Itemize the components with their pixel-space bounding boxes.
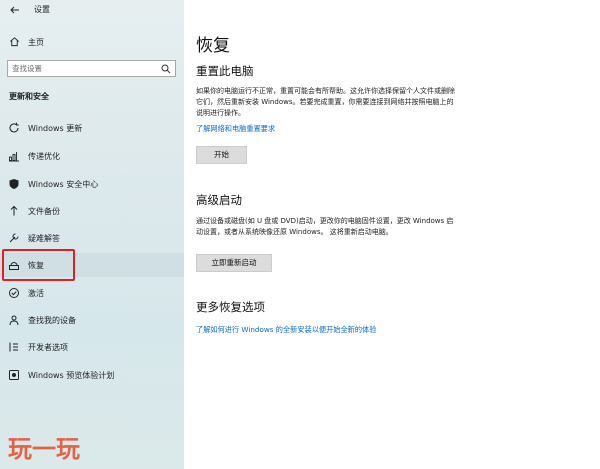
reset-heading: 重置此电脑 — [196, 64, 254, 78]
sidebar-item-label: 开发者选项 — [28, 343, 68, 352]
selection-highlight-box — [2, 249, 75, 281]
back-arrow-icon[interactable] — [9, 4, 21, 16]
watermark-logo: 玩一玩 — [8, 435, 80, 463]
sidebar-item-find-my-device[interactable]: 查找我的设备 — [0, 308, 184, 332]
section-title: 更新和安全 — [9, 92, 49, 101]
sidebar-item-activation[interactable]: 激活 — [0, 281, 184, 305]
reset-description: 如果你的电脑运行不正常，重置可能会有所帮助。这允许你选择保留个人文件或删除它们，… — [196, 87, 455, 117]
wrench-icon — [9, 233, 19, 243]
sidebar-item-windows-security[interactable]: Windows 安全中心 — [0, 172, 184, 196]
sidebar-item-label: Windows 预览体验计划 — [28, 371, 115, 380]
sidebar-item-insider[interactable]: Windows 预览体验计划 — [0, 363, 184, 387]
window-title: 设置 — [34, 5, 50, 14]
page-title: 恢复 — [196, 36, 230, 56]
sidebar-item-label: Windows 更新 — [28, 124, 83, 133]
search-icon[interactable] — [161, 64, 171, 74]
insider-icon — [9, 370, 19, 380]
sidebar-item-label: 疑难解答 — [28, 234, 60, 243]
sidebar-item-developer[interactable]: 开发者选项 — [0, 335, 184, 359]
sidebar-item-label: Windows 安全中心 — [28, 180, 99, 189]
backup-arrow-icon — [10, 205, 18, 216]
fresh-install-link[interactable]: 了解如何进行 Windows 的全新安装以便开始全新的体验 — [196, 325, 376, 335]
developer-tools-icon — [9, 342, 18, 352]
shield-icon — [9, 179, 19, 189]
refresh-icon — [9, 122, 19, 133]
search-box[interactable] — [7, 60, 176, 77]
sidebar-item-windows-update[interactable]: Windows 更新 — [0, 116, 184, 140]
sidebar-item-delivery-optimization[interactable]: 传递优化 — [0, 144, 184, 168]
search-input[interactable] — [12, 63, 152, 74]
sidebar-item-label: 传递优化 — [28, 152, 60, 161]
home-link[interactable]: 主页 — [0, 34, 184, 50]
sidebar-item-label: 激活 — [28, 289, 44, 298]
advanced-startup-description: 通过设备或磁盘(如 U 盘或 DVD)启动，更改你的电脑固件设置，更改 Wind… — [196, 217, 454, 236]
advanced-startup-heading: 高级启动 — [196, 193, 242, 207]
person-locate-icon — [9, 315, 19, 326]
home-label: 主页 — [28, 38, 44, 47]
home-icon — [10, 37, 19, 47]
delivery-optimization-icon — [9, 152, 19, 162]
sidebar-item-label: 文件备份 — [28, 207, 60, 216]
title-bar: 设置 — [0, 0, 184, 20]
sidebar-item-backup[interactable]: 文件备份 — [0, 199, 184, 223]
restart-now-button[interactable]: 立即重新启动 — [196, 254, 272, 272]
reset-start-button[interactable]: 开始 — [196, 146, 247, 164]
more-options-heading: 更多恢复选项 — [196, 300, 265, 314]
sidebar-item-troubleshoot[interactable]: 疑难解答 — [0, 226, 184, 250]
check-circle-icon — [9, 288, 19, 298]
main-panel: 恢复 重置此电脑 如果你的电脑运行不正常，重置可能会有所帮助。这允许你选择保留个… — [184, 0, 600, 469]
sidebar: 设置 主页 更新和安全 Windows 更新 传递优化 — [0, 0, 184, 469]
reset-requirements-link[interactable]: 了解网络和电脑重置要求 — [196, 124, 275, 134]
svg-text:玩一玩: 玩一玩 — [8, 435, 80, 463]
sidebar-item-label: 查找我的设备 — [28, 316, 76, 325]
